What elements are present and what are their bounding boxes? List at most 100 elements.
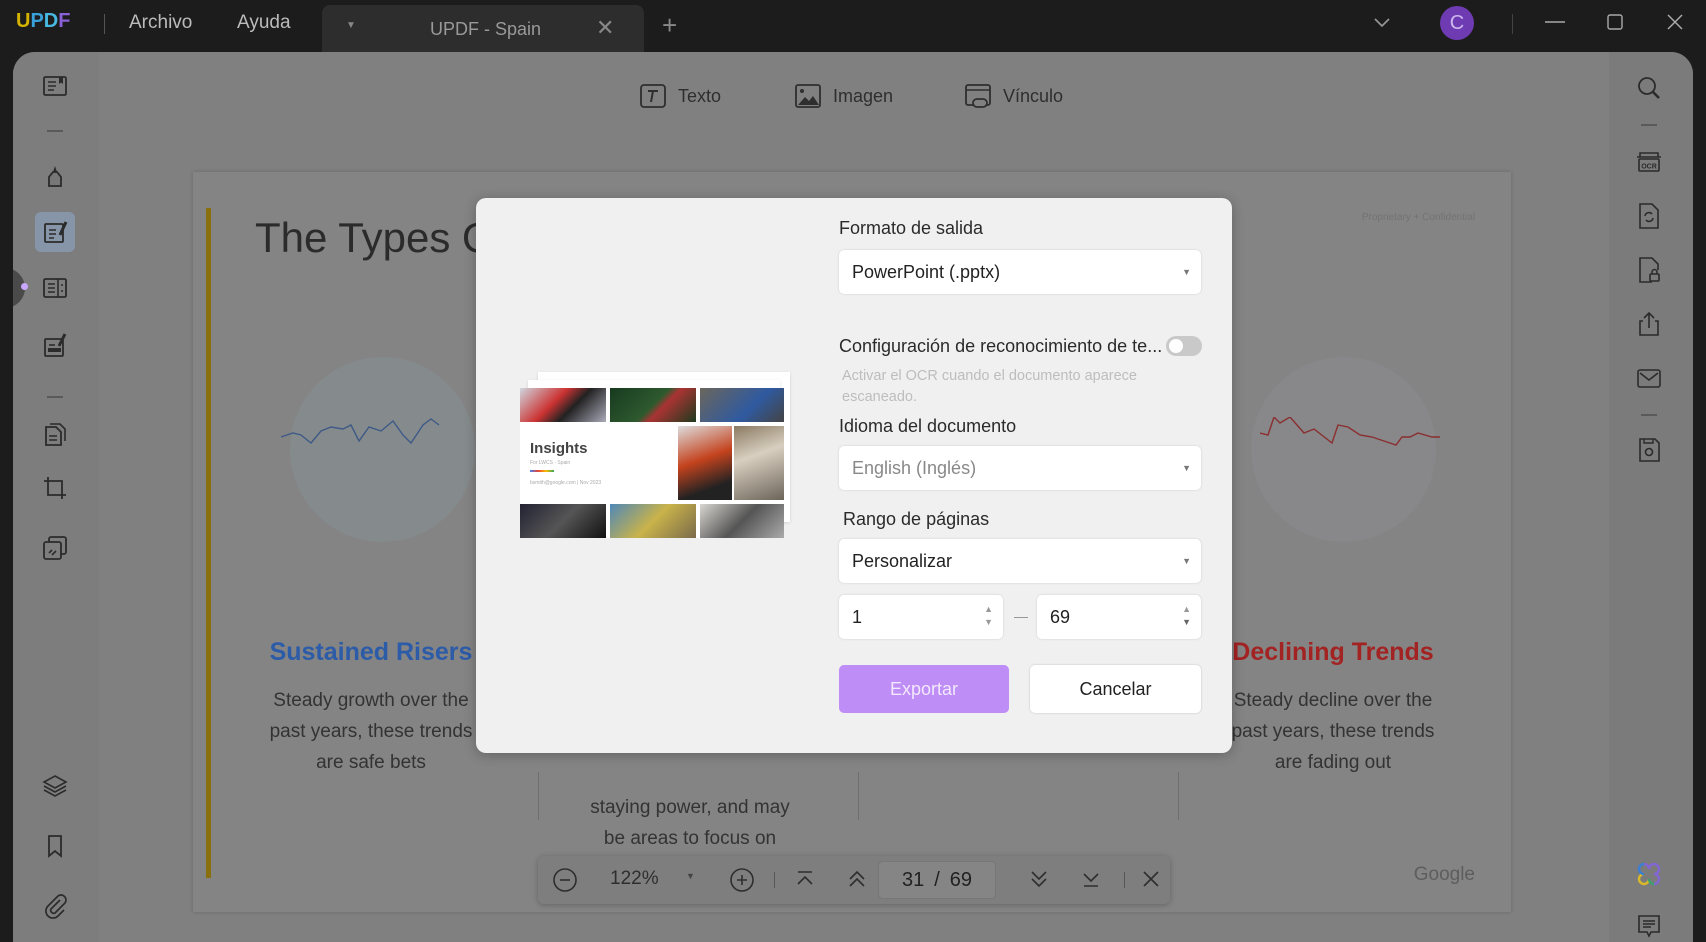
crop-icon[interactable]: [35, 468, 75, 508]
output-format-select[interactable]: PowerPoint (.pptx) ▼: [839, 250, 1201, 294]
next-page-icon[interactable]: [1028, 868, 1050, 890]
compress-icon[interactable]: [35, 528, 75, 568]
page-range-select[interactable]: Personalizar ▼: [839, 539, 1201, 583]
comment-highlighter-icon[interactable]: [35, 155, 75, 195]
reader-icon[interactable]: [35, 66, 75, 106]
divider: [47, 130, 63, 132]
tool-texto[interactable]: Texto: [638, 76, 721, 116]
search-icon[interactable]: [1629, 68, 1669, 108]
preview-google-line: [530, 470, 554, 472]
attachment-icon[interactable]: [35, 886, 75, 926]
previous-page-icon[interactable]: [846, 868, 868, 890]
caret-down-icon: ▼: [1182, 267, 1191, 277]
save-icon[interactable]: [1629, 430, 1669, 470]
divider: [1641, 124, 1657, 126]
convert-pdf-icon[interactable]: [35, 414, 75, 454]
page-separator: /: [934, 868, 940, 891]
cancel-button[interactable]: Cancelar: [1030, 665, 1201, 713]
export-button[interactable]: Exportar: [839, 665, 1009, 713]
updf-logo: UPDF: [16, 10, 71, 32]
increment-icon[interactable]: ▲: [984, 604, 993, 614]
close-window-icon[interactable]: [1665, 12, 1685, 37]
range-to-value: 69: [1050, 607, 1071, 627]
caret-down-icon: ▼: [1182, 463, 1191, 473]
divider: [47, 396, 63, 398]
tool-vinculo[interactable]: Vínculo: [963, 76, 1063, 116]
tab-dropdown-icon[interactable]: ▼: [346, 20, 356, 31]
column-divider: [1178, 772, 1179, 820]
google-footer-logo: Google: [1413, 864, 1475, 885]
ocr-icon[interactable]: OCR: [1629, 142, 1669, 182]
zoom-out-icon[interactable]: [552, 867, 578, 893]
divider: [1641, 414, 1657, 416]
declining-sparkline: [1260, 417, 1440, 446]
rising-sparkline: [281, 418, 440, 445]
avatar[interactable]: C: [1440, 6, 1474, 40]
accent-bar: [206, 208, 211, 878]
proprietary-label: Proprietary + Confidential: [1361, 212, 1475, 223]
tab-title: UPDF - Spain: [430, 19, 542, 39]
protect-icon[interactable]: [1629, 250, 1669, 290]
range-to-input[interactable]: 69 ▲ ▼: [1037, 595, 1201, 639]
image-icon: [795, 84, 821, 108]
increment-icon[interactable]: ▲: [1182, 604, 1191, 614]
document-language-value: English (Inglés): [852, 458, 977, 478]
title-bar: UPDF Archivo Ayuda ▼ UPDF - Spain ✕ + C: [0, 0, 1706, 52]
divider: [1512, 14, 1513, 34]
page-range-label: Rango de páginas: [843, 509, 990, 529]
column-divider: [538, 772, 539, 820]
text-box-icon: [640, 84, 666, 108]
layers-icon[interactable]: [35, 766, 75, 806]
chevron-down-icon[interactable]: [1372, 12, 1392, 37]
divider: [774, 872, 775, 888]
active-indicator: [21, 283, 28, 290]
zoom-dropdown-icon[interactable]: ▼: [686, 871, 695, 881]
export-dialog: Insights For LWCS - Spain bsmith@google.…: [476, 198, 1232, 753]
document-language-select[interactable]: English (Inglés) ▼: [839, 446, 1201, 490]
convert-icon[interactable]: [1629, 196, 1669, 236]
decrement-icon[interactable]: ▼: [984, 617, 993, 627]
edit-pdf-icon[interactable]: [35, 212, 75, 252]
range-from-input[interactable]: 1 ▲ ▼: [839, 595, 1003, 639]
tab-close-icon[interactable]: ✕: [596, 15, 614, 41]
minimize-icon[interactable]: [1544, 12, 1566, 37]
tool-vinculo-label: Vínculo: [1003, 85, 1064, 106]
zoom-in-icon[interactable]: [729, 867, 755, 893]
page-number-input[interactable]: 31 / 69: [878, 861, 996, 899]
range-from-value: 1: [852, 607, 863, 627]
first-page-icon[interactable]: [794, 868, 816, 890]
close-toolbar-icon[interactable]: [1141, 869, 1161, 889]
page-title: The Types O: [255, 214, 495, 261]
updf-ai-icon[interactable]: [1629, 854, 1669, 894]
toggle-knob: [1169, 339, 1183, 353]
maximize-icon[interactable]: [1606, 13, 1624, 36]
ocr-settings-label: Configuración de reconocimiento de te...: [839, 336, 1163, 356]
decrement-icon[interactable]: ▼: [1182, 617, 1191, 627]
bookmark-icon[interactable]: [35, 826, 75, 866]
tool-texto-label: Texto: [678, 85, 722, 106]
menu-archivo[interactable]: Archivo: [129, 12, 192, 34]
last-page-icon[interactable]: [1080, 868, 1102, 890]
document-language-label: Idioma del documento: [839, 416, 1017, 436]
email-icon[interactable]: [1629, 358, 1669, 398]
zoom-level[interactable]: 122%: [610, 868, 659, 890]
preview-page: Insights For LWCS - Spain bsmith@google.…: [520, 388, 784, 538]
divider: [104, 14, 105, 34]
export-preview-thumbnail: Insights For LWCS - Spain bsmith@google.…: [520, 372, 790, 542]
left-sidebar: [13, 52, 99, 942]
tool-imagen[interactable]: Imagen: [793, 76, 893, 116]
column-text-middle: staying power, and may be areas to focus…: [590, 797, 790, 849]
current-page: 31: [901, 868, 925, 891]
ocr-toggle[interactable]: [1166, 336, 1202, 356]
preview-subtitle: For LWCS - Spain: [530, 460, 571, 466]
organize-pages-icon[interactable]: [35, 268, 75, 308]
fill-sign-icon[interactable]: [35, 326, 75, 366]
menu-ayuda[interactable]: Ayuda: [237, 12, 291, 34]
comments-icon[interactable]: [1629, 906, 1669, 942]
share-icon[interactable]: [1629, 304, 1669, 344]
preview-byline: bsmith@google.com | Nov 2023: [530, 480, 602, 486]
divider: [1124, 872, 1125, 888]
total-pages: 69: [949, 868, 973, 891]
document-tab[interactable]: ▼ UPDF - Spain ✕: [322, 5, 644, 52]
new-tab-button[interactable]: +: [662, 10, 677, 41]
